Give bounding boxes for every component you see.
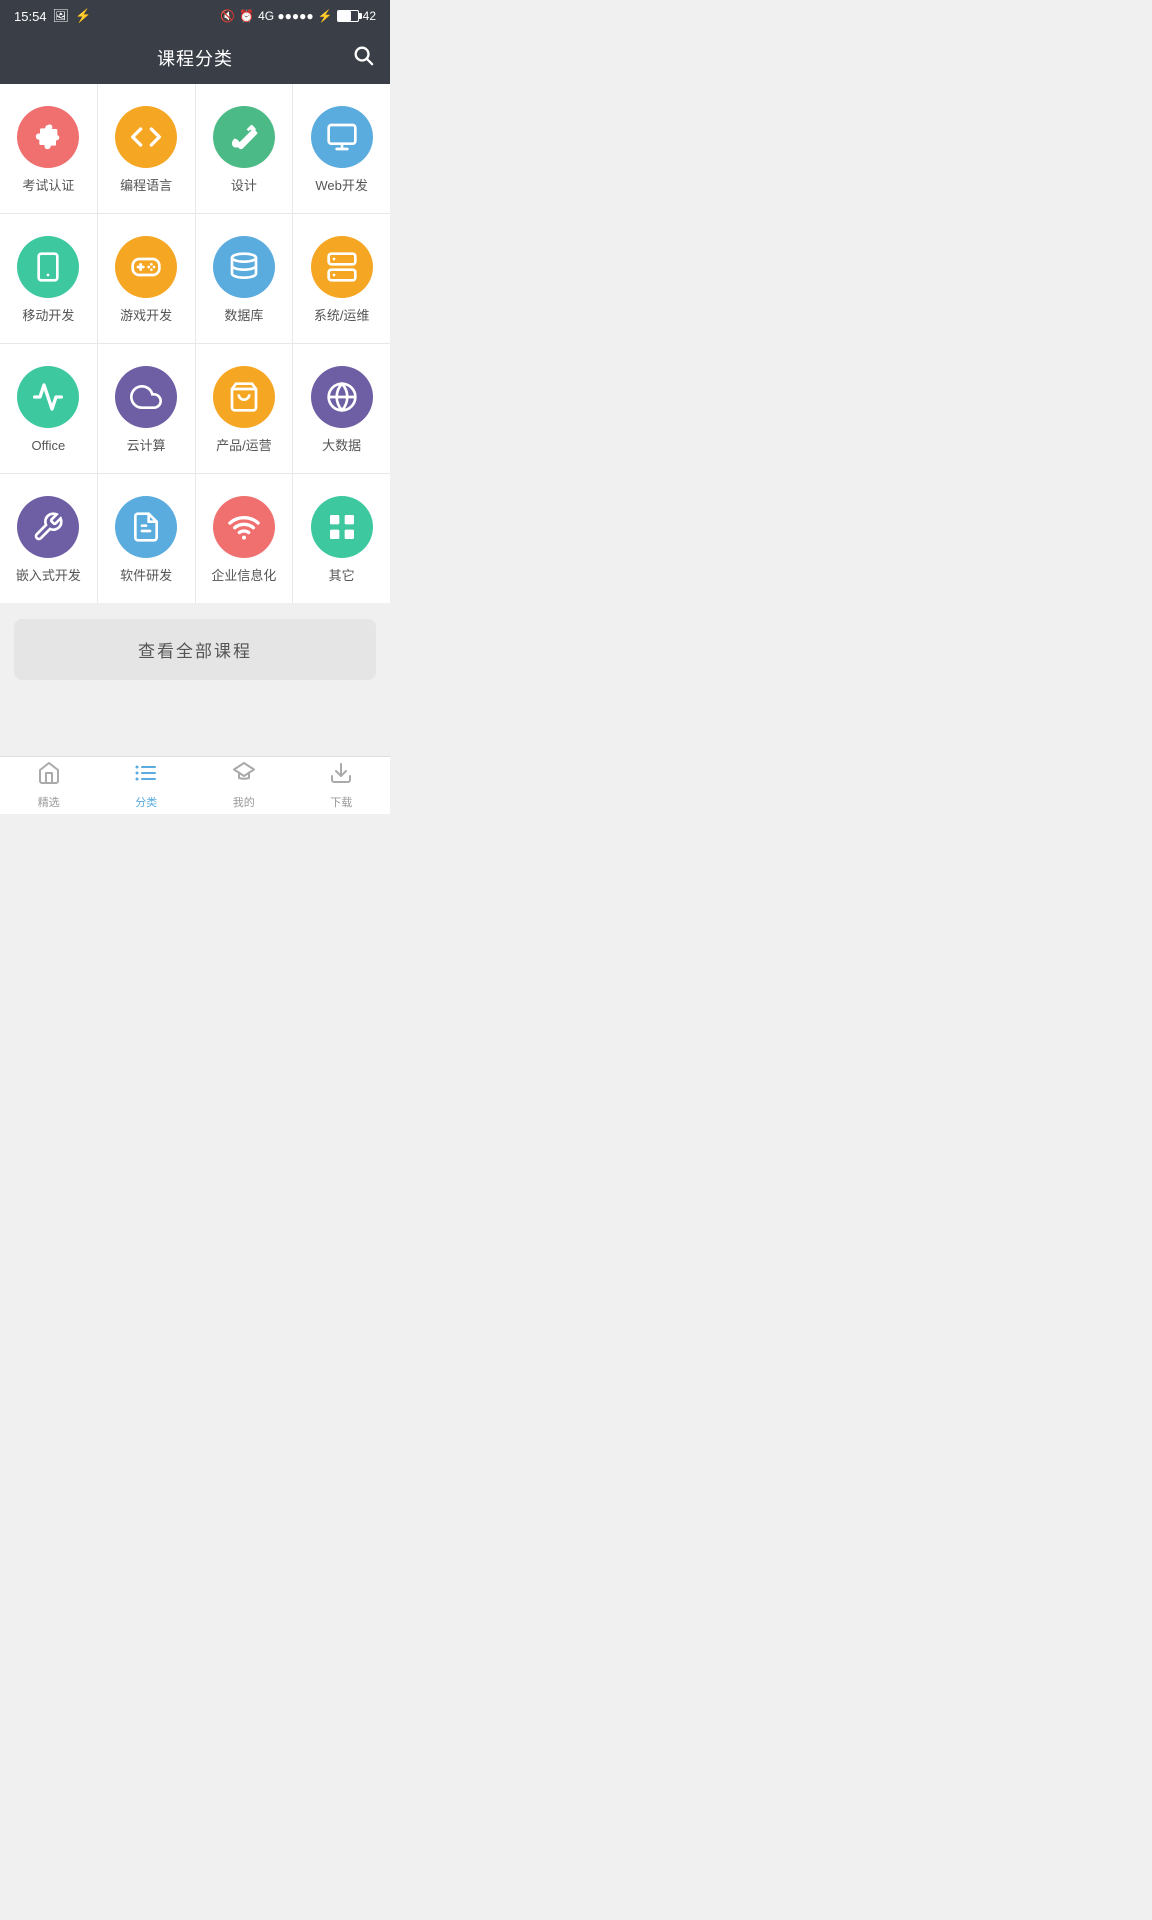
status-right: 🔇 ⏰ 4G ●●●●● ⚡ 42 bbox=[220, 9, 376, 23]
mine-nav-label: 我的 bbox=[233, 794, 255, 810]
category-item-product[interactable]: 产品/运营 bbox=[196, 344, 293, 473]
software-label: 软件研发 bbox=[120, 568, 172, 585]
category-item-prog[interactable]: 编程语言 bbox=[98, 84, 195, 213]
nav-item-download[interactable]: 下载 bbox=[293, 757, 391, 814]
battery-pct: 42 bbox=[363, 9, 376, 23]
bigdata-icon bbox=[311, 366, 373, 428]
download-nav-icon bbox=[329, 761, 353, 791]
cloud-icon bbox=[115, 366, 177, 428]
alarm-icon: ⏰ bbox=[239, 9, 254, 23]
category-item-game[interactable]: 游戏开发 bbox=[98, 214, 195, 343]
prog-icon bbox=[115, 106, 177, 168]
battery-bar bbox=[337, 10, 359, 22]
content-spacer bbox=[0, 696, 390, 756]
category-item-office[interactable]: Office bbox=[0, 344, 97, 473]
home-nav-label: 精选 bbox=[38, 794, 60, 810]
home-nav-icon bbox=[37, 761, 61, 791]
nav-item-home[interactable]: 精选 bbox=[0, 757, 98, 814]
office-label: Office bbox=[32, 438, 66, 455]
game-icon bbox=[115, 236, 177, 298]
other-label: 其它 bbox=[329, 568, 355, 585]
page-title: 课程分类 bbox=[157, 45, 233, 71]
product-icon bbox=[213, 366, 275, 428]
view-all-button[interactable]: 查看全部课程 bbox=[14, 619, 376, 680]
db-label: 数据库 bbox=[224, 308, 263, 325]
network-label: 4G ●●●●● bbox=[258, 9, 314, 23]
other-icon bbox=[311, 496, 373, 558]
sysops-label: 系统/运维 bbox=[314, 308, 370, 325]
exam-icon bbox=[17, 106, 79, 168]
mute-icon: 🔇 bbox=[220, 9, 235, 23]
category-item-design[interactable]: 设计 bbox=[196, 84, 293, 213]
search-button[interactable] bbox=[352, 44, 374, 72]
download-nav-label: 下载 bbox=[330, 794, 352, 810]
category-item-mobile[interactable]: 移动开发 bbox=[0, 214, 97, 343]
charging-icon: ⚡ bbox=[318, 9, 333, 23]
app-header: 课程分类 bbox=[0, 32, 390, 84]
mobile-label: 移动开发 bbox=[22, 308, 74, 325]
nav-item-mine[interactable]: 我的 bbox=[195, 757, 293, 814]
status-left: 15:54 🖼 ⚡ bbox=[14, 8, 91, 24]
time-display: 15:54 bbox=[14, 9, 47, 24]
category-nav-label: 分类 bbox=[135, 794, 157, 810]
enterprise-label: 企业信息化 bbox=[211, 568, 276, 585]
cloud-label: 云计算 bbox=[127, 438, 166, 455]
prog-label: 编程语言 bbox=[120, 178, 172, 195]
category-item-bigdata[interactable]: 大数据 bbox=[293, 344, 390, 473]
category-item-other[interactable]: 其它 bbox=[293, 474, 390, 603]
web-label: Web开发 bbox=[315, 178, 368, 195]
enterprise-icon bbox=[213, 496, 275, 558]
game-label: 游戏开发 bbox=[120, 308, 172, 325]
exam-label: 考试认证 bbox=[22, 178, 74, 195]
category-nav-icon bbox=[134, 761, 158, 791]
category-item-db[interactable]: 数据库 bbox=[196, 214, 293, 343]
category-item-embedded[interactable]: 嵌入式开发 bbox=[0, 474, 97, 603]
bottom-nav: 精选 分类 我的 下载 bbox=[0, 756, 390, 814]
category-item-software[interactable]: 软件研发 bbox=[98, 474, 195, 603]
photo-icon: 🖼 bbox=[53, 8, 70, 24]
db-icon bbox=[213, 236, 275, 298]
software-icon bbox=[115, 496, 177, 558]
embedded-icon bbox=[17, 496, 79, 558]
category-item-sysops[interactable]: 系统/运维 bbox=[293, 214, 390, 343]
category-item-cloud[interactable]: 云计算 bbox=[98, 344, 195, 473]
web-icon bbox=[311, 106, 373, 168]
product-label: 产品/运营 bbox=[216, 438, 272, 455]
sysops-icon bbox=[311, 236, 373, 298]
embedded-label: 嵌入式开发 bbox=[16, 568, 81, 585]
category-item-exam[interactable]: 考试认证 bbox=[0, 84, 97, 213]
nav-item-category[interactable]: 分类 bbox=[98, 757, 196, 814]
category-item-web[interactable]: Web开发 bbox=[293, 84, 390, 213]
office-icon bbox=[17, 366, 79, 428]
design-icon bbox=[213, 106, 275, 168]
mine-nav-icon bbox=[232, 761, 256, 791]
bigdata-label: 大数据 bbox=[322, 438, 361, 455]
usb-icon: ⚡ bbox=[75, 8, 91, 24]
category-item-enterprise[interactable]: 企业信息化 bbox=[196, 474, 293, 603]
status-bar: 15:54 🖼 ⚡ 🔇 ⏰ 4G ●●●●● ⚡ 42 bbox=[0, 0, 390, 32]
mobile-icon bbox=[17, 236, 79, 298]
category-grid: 考试认证 编程语言 设计 Web开发移动开发 游戏开发 数据库 系统/运维 Office 云计算… bbox=[0, 84, 390, 603]
design-label: 设计 bbox=[231, 178, 257, 195]
